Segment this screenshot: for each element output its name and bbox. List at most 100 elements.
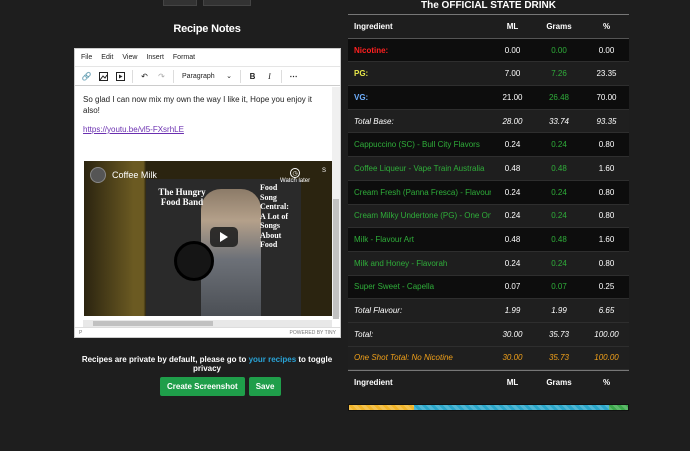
embedded-video[interactable]: Coffee Milk The Hungry Food Band Food So… (84, 161, 332, 316)
block-format-value: Paragraph (182, 72, 215, 80)
table-row: Total: 30.00 35.73 100.00 (348, 322, 629, 347)
your-recipes-link[interactable]: your recipes (249, 355, 297, 364)
table-row: Cappuccino (SC) - Bull City Flavors 0.24 0… (348, 133, 629, 158)
toolbar-divider (240, 69, 241, 83)
vertical-scrollbar-thumb[interactable] (333, 199, 339, 319)
ingredient-ml: 0.24 (504, 140, 521, 150)
ingredient-percent: 1.60 (598, 235, 615, 245)
ingredient-percent: 93.35 (596, 116, 617, 126)
ingredient-name: Milk - Flavour Art (354, 235, 415, 245)
horizontal-scrollbar-thumb[interactable] (93, 321, 213, 326)
composition-bar (348, 404, 629, 411)
italic-icon[interactable]: I (262, 69, 277, 83)
ingredient-percent: 6.65 (598, 306, 615, 316)
ingredient-ml: 0.24 (504, 187, 521, 197)
menu-insert[interactable]: Insert (146, 54, 164, 61)
ingredient-name: Total Flavour: (354, 306, 403, 316)
footer-ingredient: Ingredient (354, 378, 393, 388)
table-row: Coffee Liqueur - Vape Train Australia 0.4… (348, 157, 629, 181)
menu-format[interactable]: Format (173, 54, 195, 61)
ingredient-grams: 35.73 (548, 329, 570, 339)
ingredient-grams: 7.26 (551, 69, 567, 79)
footer-percent: % (602, 378, 611, 388)
bar-segment-pg (349, 405, 415, 410)
note-text: So glad I can now mix my own the way I l… (83, 95, 312, 115)
media-icon[interactable] (113, 69, 128, 83)
ingredient-ml: 0.07 (504, 282, 521, 292)
ingredient-grams: 0.07 (551, 282, 567, 292)
ingredient-percent: 0.80 (598, 187, 615, 197)
ingredient-percent: 70.00 (596, 92, 617, 102)
ingredient-grams: 1.99 (551, 306, 567, 316)
ingredient-percent: 1.60 (598, 163, 615, 173)
header-percent: % (602, 21, 611, 31)
element-path[interactable]: P (79, 330, 82, 336)
rich-text-editor[interactable]: File Edit View Insert Format 🔗 ↶ ↷ Parag… (74, 48, 341, 338)
ingredient-ml: 21.00 (502, 92, 523, 102)
ingredient-grams: 0.24 (551, 258, 567, 268)
create-screenshot-button[interactable]: Create Screenshot (160, 377, 245, 396)
ingredient-ml: 0.24 (504, 258, 521, 268)
undo-icon[interactable]: ↶ (137, 69, 152, 83)
horizontal-scrollbar[interactable] (83, 320, 332, 327)
menu-view[interactable]: View (122, 54, 137, 61)
footer-ml: ML (506, 378, 519, 388)
ingredient-ml: 0.24 (504, 211, 521, 221)
note-link[interactable]: https://youtu.be/vl5-FXsrhLE (83, 125, 184, 134)
ingredient-name: Super Sweet - Capella (354, 282, 435, 292)
video-header: Coffee Milk (90, 167, 157, 183)
bold-icon[interactable]: B (245, 69, 260, 83)
channel-name[interactable]: Coffee Milk (112, 170, 157, 180)
powered-by[interactable]: POWERED BY TINY (290, 330, 337, 336)
ingredient-grams: 35.73 (548, 353, 570, 363)
toolbar-divider (173, 69, 174, 83)
link-icon[interactable]: 🔗 (79, 69, 94, 83)
ingredient-grams: 33.74 (548, 116, 570, 126)
block-format-select[interactable]: Paragraph ⌄ (178, 69, 236, 83)
redo-icon[interactable]: ↷ (154, 69, 169, 83)
play-button[interactable] (210, 227, 238, 247)
ingredient-name: Coffee Liqueur - Vape Train Australia (354, 163, 485, 173)
editor-menubar: File Edit View Insert Format (75, 49, 340, 67)
table-row: Super Sweet - Capella 0.07 0.07 0.25 (348, 275, 629, 300)
ingredient-name: Cappuccino (SC) - Bull City Flavors (354, 140, 480, 150)
table-row: Cream Milky Undertone (PG) - One On One 0… (348, 205, 629, 229)
top-button-stub-right (203, 0, 251, 6)
table-row: Milk and Honey - Flavorah 0.24 0.24 0.80 (348, 252, 629, 276)
footer-grams: Grams (546, 378, 572, 388)
ingredient-grams: 0.24 (551, 140, 567, 150)
ingredient-name: Nicotine: (354, 45, 389, 55)
table-row: VG: 21.00 26.48 70.00 (348, 86, 629, 110)
chevron-down-icon: ⌄ (226, 73, 232, 80)
image-icon[interactable] (96, 69, 111, 83)
ingredient-percent: 0.80 (598, 211, 615, 221)
header-grams: Grams (546, 21, 572, 31)
save-button[interactable]: Save (248, 377, 282, 396)
menu-edit[interactable]: Edit (101, 54, 113, 61)
table-row: Milk - Flavour Art 0.48 0.48 1.60 (348, 228, 629, 252)
watch-later-button[interactable]: ◷ Watch later (280, 168, 310, 184)
ingredient-percent: 0.25 (598, 282, 615, 292)
ingredient-grams: 0.24 (551, 211, 567, 221)
ingredient-name: Total Base: (354, 116, 394, 126)
table-body: Nicotine: 0.00 0.00 0.00 PG: 7.00 7.26 23.35 VG:… (348, 38, 629, 371)
privacy-notice: Recipes are private by default, please g… (74, 355, 340, 373)
recipe-title: The OFFICIAL STATE DRINK (421, 0, 556, 11)
ingredient-percent: 0.80 (598, 258, 615, 268)
ingredient-ml: 30.00 (502, 329, 523, 339)
ingredient-name: VG: (354, 92, 369, 102)
ingredient-ml: 7.00 (504, 69, 521, 79)
vertical-scrollbar[interactable] (332, 87, 340, 319)
action-buttons: Create Screenshot Save (160, 377, 282, 396)
ingredient-ml: 30.00 (502, 353, 523, 363)
share-button[interactable]: S (322, 168, 326, 174)
channel-avatar[interactable] (90, 167, 106, 183)
table-row: Total Base: 28.00 33.74 93.35 (348, 109, 629, 134)
editor-toolbar: 🔗 ↶ ↷ Paragraph ⌄ B I ⋯ (75, 67, 340, 86)
ingredient-percent: 0.00 (598, 45, 615, 55)
menu-file[interactable]: File (81, 54, 92, 61)
more-icon[interactable]: ⋯ (286, 69, 301, 83)
bar-segment-vg (414, 405, 610, 410)
table-row: Nicotine: 0.00 0.00 0.00 (348, 38, 629, 63)
ingredient-percent: 100.00 (594, 353, 619, 363)
